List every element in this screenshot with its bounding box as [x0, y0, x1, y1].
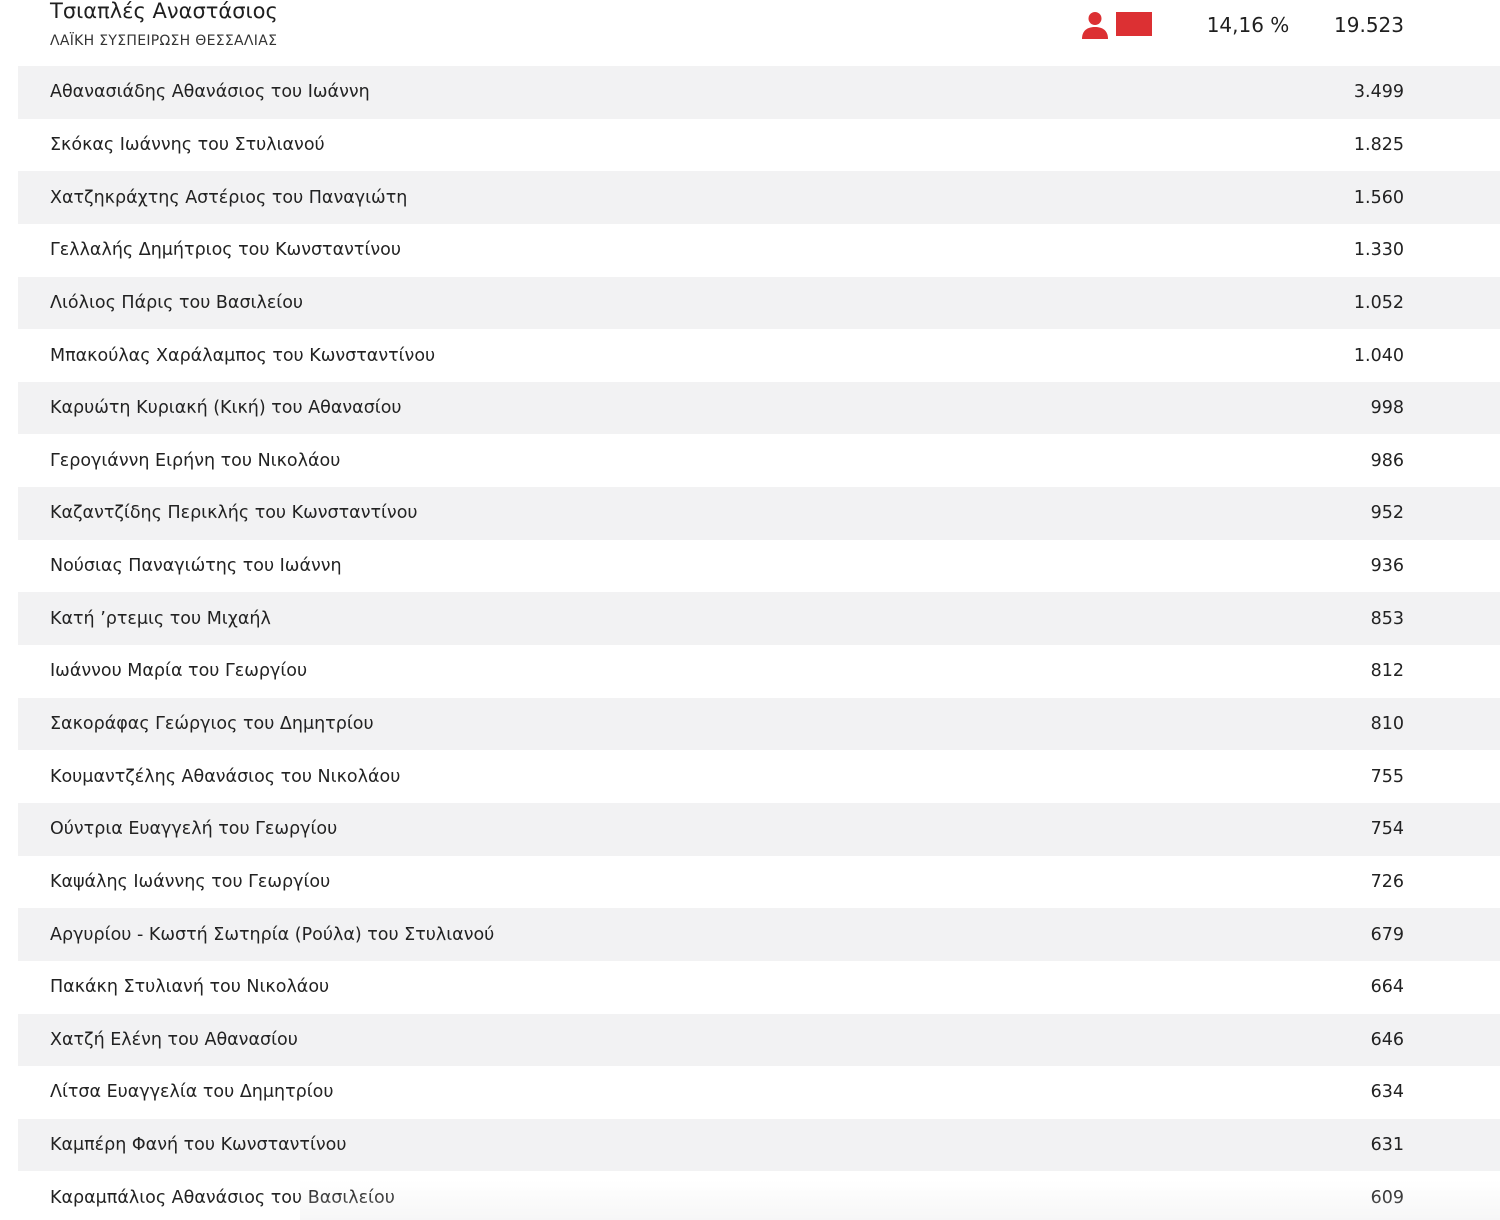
candidate-name: Ιωάννου Μαρία του Γεωργίου: [50, 661, 308, 682]
candidate-name: Λίτσα Ευαγγελία του Δημητρίου: [50, 1082, 334, 1103]
table-row: Γελλαλής Δημήτριος του Κωνσταντίνου 1.330: [18, 224, 1500, 277]
party-leader-name: Τσιαπλές Αναστάσιος: [50, 0, 278, 23]
candidate-votes: 609: [1370, 1187, 1404, 1208]
candidate-name: Καμπέρη Φανή του Κωνσταντίνου: [50, 1135, 347, 1156]
candidate-votes: 1.052: [1353, 292, 1404, 313]
table-row: Ιωάννου Μαρία του Γεωργίου 812: [18, 645, 1500, 698]
candidate-votes: 646: [1370, 1029, 1404, 1050]
person-icon: [1082, 12, 1108, 39]
party-color-swatch: [1116, 12, 1152, 36]
candidate-name: Νούσιας Παναγιώτης του Ιωάννη: [50, 556, 342, 577]
candidate-name: Αργυρίου - Κωστή Σωτηρία (Ρούλα) του Στυ…: [50, 924, 495, 945]
candidate-votes: 986: [1370, 450, 1404, 471]
candidate-votes: 631: [1370, 1135, 1404, 1156]
candidate-votes: 634: [1370, 1082, 1404, 1103]
candidate-votes: 1.560: [1353, 187, 1404, 208]
results-page: Τσιαπλές Αναστάσιος ΛΑΪΚΗ ΣΥΣΠΕΙΡΩΣΗ ΘΕΣ…: [0, 0, 1500, 1220]
party-total-votes: 19.523: [1334, 13, 1404, 37]
candidate-name: Κατή ’ρτεμις του Μιχαήλ: [50, 608, 271, 629]
table-row: Καραμπάλιος Αθανάσιος του Βασιλείου 609: [18, 1171, 1500, 1220]
candidate-votes: 810: [1370, 714, 1404, 734]
candidate-name: Λιόλιος Πάρις του Βασιλείου: [50, 292, 304, 313]
candidate-name: Καψάλης Ιωάννης του Γεωργίου: [50, 871, 331, 892]
candidate-name: Χατζή Ελένη του Αθανασίου: [50, 1029, 298, 1050]
candidate-votes: 1.825: [1353, 134, 1404, 155]
candidate-name: Καρυώτη Κυριακή (Κική) του Αθανασίου: [50, 398, 402, 419]
candidate-name: Καζαντζίδης Περικλής του Κωνσταντίνου: [50, 503, 418, 524]
table-row: Καμπέρη Φανή του Κωνσταντίνου 631: [18, 1118, 1500, 1172]
table-row: Κουμαντζέλης Αθανάσιος του Νικολάου 755: [18, 750, 1500, 803]
party-percentage: 14,16 %: [1206, 13, 1290, 37]
candidate-votes: 679: [1370, 924, 1404, 945]
table-row: Κατή ’ρτεμις του Μιχαήλ 853: [18, 592, 1500, 646]
candidate-name: Κουμαντζέλης Αθανάσιος του Νικολάου: [50, 766, 401, 787]
candidate-name: Πακάκη Στυλιανή του Νικολάου: [50, 977, 330, 998]
table-row: Λίτσα Ευαγγελία του Δημητρίου 634: [18, 1066, 1500, 1119]
candidate-votes: 754: [1370, 819, 1404, 840]
candidate-list: Αθανασιάδης Αθανάσιος του Ιωάννη 3.499 Σκό…: [18, 66, 1500, 1220]
party-header: Τσιαπλές Αναστάσιος ΛΑΪΚΗ ΣΥΣΠΕΙΡΩΣΗ ΘΕΣ…: [18, 0, 1500, 66]
table-row: Μπακούλας Χαράλαμπος του Κωνσταντίνου 1.0…: [18, 329, 1500, 382]
candidate-name: Ούντρια Ευαγγελή του Γεωργίου: [50, 819, 338, 840]
table-row: Σκόκας Ιωάννης του Στυλιανού 1.825: [18, 119, 1500, 172]
candidate-name: Γερογιάννη Ειρήνη του Νικολάου: [50, 450, 341, 471]
table-row: Λιόλιος Πάρις του Βασιλείου 1.052: [18, 276, 1500, 330]
candidate-votes: 853: [1370, 608, 1404, 629]
table-row: Ούντρια Ευαγγελή του Γεωργίου 754: [18, 802, 1500, 856]
table-row: Χατζή Ελένη του Αθανασίου 646: [18, 1013, 1500, 1067]
table-row: Αθανασιάδης Αθανάσιος του Ιωάννη 3.499: [18, 66, 1500, 119]
table-row: Καρυώτη Κυριακή (Κική) του Αθανασίου 998: [18, 381, 1500, 435]
table-row: Πακάκη Στυλιανή του Νικολάου 664: [18, 961, 1500, 1014]
candidate-name: Καραμπάλιος Αθανάσιος του Βασιλείου: [50, 1187, 395, 1208]
candidate-name: Αθανασιάδης Αθανάσιος του Ιωάννη: [50, 82, 370, 103]
candidate-name: Σκόκας Ιωάννης του Στυλιανού: [50, 134, 325, 155]
candidate-votes: 1.330: [1353, 240, 1404, 261]
table-row: Γερογιάννη Ειρήνη του Νικολάου 986: [18, 434, 1500, 487]
candidate-votes: 998: [1370, 398, 1404, 419]
candidate-name: Χατζηκράχτης Αστέριος του Παναγιώτη: [50, 187, 408, 208]
candidate-name: Μπακούλας Χαράλαμπος του Κωνσταντίνου: [50, 345, 436, 366]
candidate-votes: 1.040: [1353, 345, 1404, 366]
candidate-votes: 936: [1370, 556, 1404, 577]
table-row: Αργυρίου - Κωστή Σωτηρία (Ρούλα) του Στυ…: [18, 908, 1500, 961]
candidate-votes: 726: [1370, 871, 1404, 892]
table-row: Χατζηκράχτης Αστέριος του Παναγιώτη 1.560: [18, 171, 1500, 224]
candidate-votes: 952: [1370, 503, 1404, 524]
candidate-name: Σακοράφας Γεώργιος του Δημητρίου: [50, 714, 374, 734]
table-row: Καψάλης Ιωάννης του Γεωργίου 726: [18, 856, 1500, 909]
candidate-votes: 812: [1370, 661, 1404, 682]
candidate-votes: 3.499: [1353, 82, 1404, 103]
table-row: Καζαντζίδης Περικλής του Κωνσταντίνου 952: [18, 487, 1500, 540]
party-name: ΛΑΪΚΗ ΣΥΣΠΕΙΡΩΣΗ ΘΕΣΣΑΛΙΑΣ: [50, 33, 278, 49]
candidate-votes: 664: [1370, 977, 1404, 998]
candidate-name: Γελλαλής Δημήτριος του Κωνσταντίνου: [50, 240, 401, 261]
table-row: Νούσιας Παναγιώτης του Ιωάννη 936: [18, 540, 1500, 593]
candidate-votes: 755: [1370, 766, 1404, 787]
table-row: Σακοράφας Γεώργιος του Δημητρίου 810: [18, 697, 1500, 751]
